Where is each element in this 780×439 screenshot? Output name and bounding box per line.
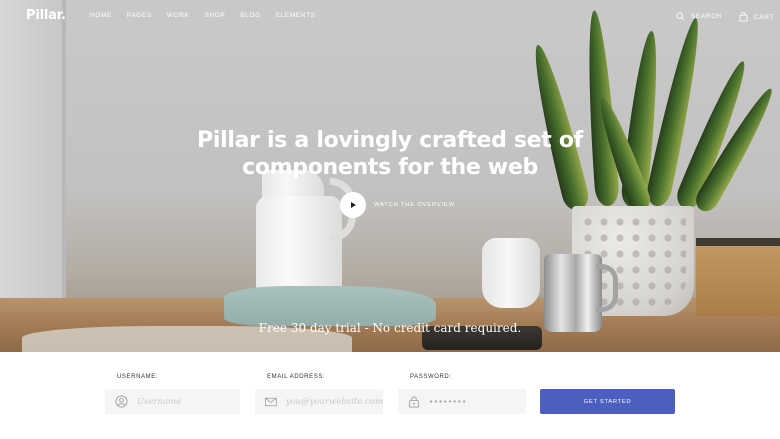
watch-overview: WATCH THE OVERVIEW xyxy=(340,192,455,218)
brand-logo[interactable]: Pillar. xyxy=(26,8,66,23)
username-label: USERNAME: xyxy=(117,374,159,380)
hero-section: Pillar. HOME PAGES WORK SHOP BLOG ELEMEN… xyxy=(0,0,780,352)
search-icon xyxy=(676,12,685,21)
password-label: PASSWORD: xyxy=(410,374,452,380)
wall-background xyxy=(0,0,62,300)
nav-item-shop[interactable]: SHOP xyxy=(204,12,225,19)
cart-label: CART xyxy=(754,13,774,21)
cart-link[interactable]: CART xyxy=(739,12,774,22)
nav-item-elements[interactable]: ELEMENTS xyxy=(276,12,316,19)
watch-overview-link[interactable]: WATCH THE OVERVIEW xyxy=(374,202,455,208)
main-menu: HOME PAGES WORK SHOP BLOG ELEMENTS xyxy=(90,12,331,19)
wall-edge xyxy=(62,0,66,300)
email-label: EMAIL ADDRESS: xyxy=(267,374,326,380)
stacked-cups xyxy=(482,238,540,308)
password-field[interactable]: •••••••• xyxy=(398,389,526,414)
get-started-button[interactable]: GET STARTED xyxy=(540,389,675,414)
nav-item-blog[interactable]: BLOG xyxy=(240,12,260,19)
mail-icon xyxy=(265,397,277,406)
top-navigation: Pillar. HOME PAGES WORK SHOP BLOG ELEMEN… xyxy=(0,0,780,32)
user-icon xyxy=(115,395,128,408)
wooden-crate xyxy=(696,238,780,316)
play-button[interactable] xyxy=(340,192,366,218)
headline-line-2: components for the web xyxy=(242,155,538,180)
email-field[interactable]: you@yourwebsite.com xyxy=(255,389,383,414)
hero-headline: Pillar is a lovingly crafted set of comp… xyxy=(190,127,590,181)
pitcher-handle xyxy=(596,264,618,312)
signup-form: USERNAME: Username EMAIL ADDRESS: you@yo… xyxy=(0,352,780,439)
password-value: •••••••• xyxy=(429,397,467,406)
username-field[interactable]: Username xyxy=(105,389,240,414)
play-icon xyxy=(351,202,356,208)
nav-item-work[interactable]: WORK xyxy=(167,12,190,19)
username-placeholder: Username xyxy=(137,396,182,407)
email-placeholder: you@yourwebsite.com xyxy=(285,396,383,407)
lock-icon xyxy=(408,396,420,407)
search-label: SEARCH xyxy=(691,13,722,20)
nav-item-home[interactable]: HOME xyxy=(90,12,112,19)
nav-item-pages[interactable]: PAGES xyxy=(127,12,152,19)
bag-icon xyxy=(739,12,748,22)
teal-napkin xyxy=(224,286,436,326)
trial-note: Free 30 day trial - No credit card requi… xyxy=(258,321,522,335)
search-link[interactable]: SEARCH xyxy=(676,12,722,21)
headline-line-1: Pillar is a lovingly crafted set of xyxy=(197,128,583,153)
